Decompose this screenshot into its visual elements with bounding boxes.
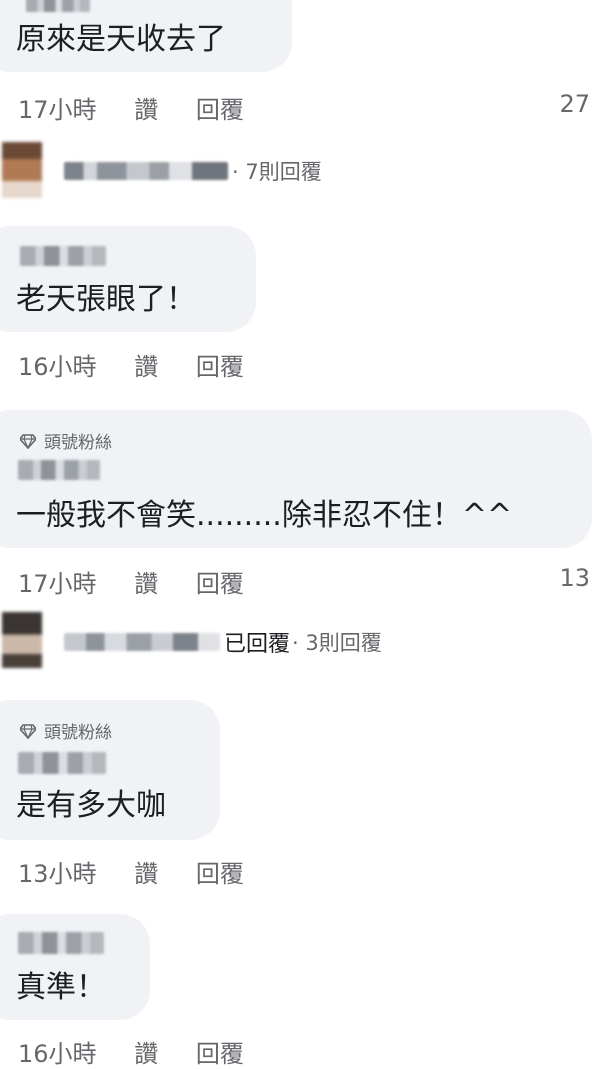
- diamond-icon: [20, 433, 36, 449]
- replier-names: [64, 633, 220, 651]
- comment-bubble: 真準！: [0, 914, 150, 1020]
- like-button[interactable]: 讚: [134, 1040, 158, 1068]
- comment-time[interactable]: 16小時: [18, 1040, 97, 1068]
- reply-button[interactable]: 回覆: [196, 353, 244, 381]
- comment-text: 老天張眼了！: [16, 282, 196, 317]
- reaction-count[interactable]: 27: [559, 90, 590, 118]
- comment-text: 原來是天收去了: [16, 22, 226, 57]
- commenter-name[interactable]: [18, 932, 104, 954]
- commenter-name[interactable]: [18, 752, 106, 774]
- comment-meta: 17小時 讚 回覆: [18, 90, 244, 125]
- reply-thread-link[interactable]: 已回覆 · 3則回覆: [64, 626, 382, 658]
- replier-names: [64, 162, 228, 180]
- comment-bubble: 頭號粉絲 是有多大咖: [0, 700, 220, 840]
- reply-count: · 3則回覆: [292, 631, 382, 655]
- badge-label: 頭號粉絲: [44, 433, 112, 453]
- replied-label: 已回覆: [224, 632, 291, 657]
- top-fan-badge: 頭號粉絲: [20, 718, 112, 743]
- top-fan-badge: 頭號粉絲: [20, 428, 112, 453]
- comment-time[interactable]: 17小時: [18, 96, 97, 124]
- like-button[interactable]: 讚: [134, 860, 158, 888]
- reply-thread-link[interactable]: · 7則回覆: [64, 156, 322, 186]
- comment-meta: 13小時 讚 回覆: [18, 854, 244, 889]
- reply-button[interactable]: 回覆: [196, 96, 244, 124]
- diamond-icon: [20, 723, 36, 739]
- comment-meta: 17小時 讚 回覆: [18, 564, 244, 599]
- reply-button[interactable]: 回覆: [196, 1040, 244, 1068]
- reply-count: · 7則回覆: [232, 160, 322, 184]
- like-button[interactable]: 讚: [134, 96, 158, 124]
- badge-label: 頭號粉絲: [44, 723, 112, 743]
- commenter-name[interactable]: [20, 246, 106, 266]
- comment-text: 是有多大咖: [16, 788, 166, 823]
- comment-meta: 16小時 讚 回覆: [18, 347, 244, 382]
- comment-time[interactable]: 13小時: [18, 860, 97, 888]
- comment-bubble: 原來是天收去了: [0, 0, 292, 72]
- comment-time[interactable]: 16小時: [18, 353, 97, 381]
- comment-bubble: 頭號粉絲 一般我不會笑.........除非忍不住！^^: [0, 410, 592, 548]
- commenter-name[interactable]: [18, 460, 100, 480]
- avatar[interactable]: [2, 612, 42, 668]
- reply-button[interactable]: 回覆: [196, 860, 244, 888]
- like-button[interactable]: 讚: [134, 353, 158, 381]
- reaction-count[interactable]: 13: [559, 564, 590, 592]
- avatar[interactable]: [2, 142, 42, 198]
- like-button[interactable]: 讚: [134, 570, 158, 598]
- comment-text: 真準！: [16, 970, 106, 1005]
- reply-button[interactable]: 回覆: [196, 570, 244, 598]
- comment-time[interactable]: 17小時: [18, 570, 97, 598]
- comment-meta: 16小時 讚 回覆: [18, 1034, 244, 1069]
- comment-text: 一般我不會笑.........除非忍不住！^^: [16, 498, 513, 533]
- commenter-name[interactable]: [26, 0, 90, 12]
- comment-bubble: 老天張眼了！: [0, 226, 256, 332]
